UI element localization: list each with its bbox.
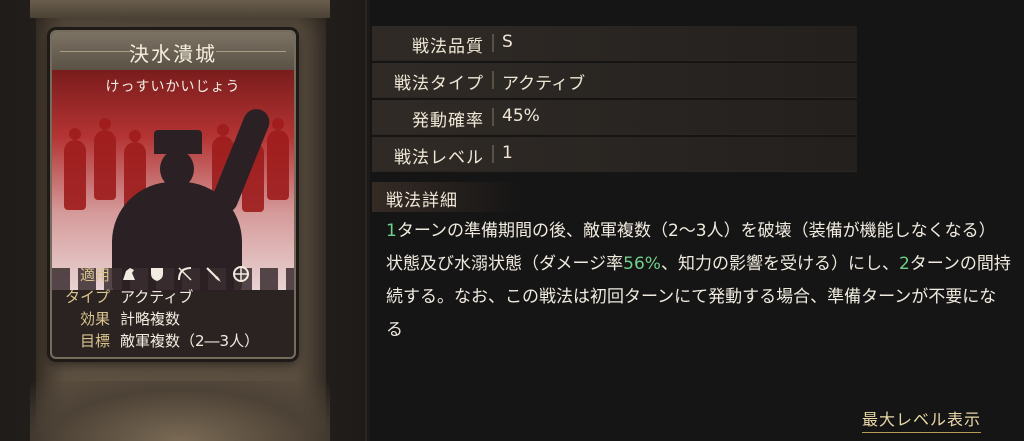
- max-level-button[interactable]: 最大レベル表示: [862, 406, 982, 433]
- tactic-card: 決水潰城 けっすいかいじょう 適用 タイプ アクティブ 効果 計略複数 目標 敵…: [50, 30, 296, 359]
- soldier-figure: [64, 128, 86, 210]
- card-row-value: 敵軍複数（2―3人）: [120, 332, 260, 350]
- card-title-bar: 決水潰城: [52, 32, 294, 71]
- soldier-figure: [267, 118, 289, 200]
- card-row-target: 目標 敵軍複数（2―3人）: [58, 330, 288, 352]
- unit-type-icons: [120, 265, 250, 283]
- card-row-apply: 適用: [58, 264, 288, 286]
- card-row-value: アクティブ: [120, 288, 194, 306]
- stat-separator: [492, 108, 494, 126]
- card-row-label: 目標: [79, 332, 110, 350]
- stat-row-probability: 発動確率 45%: [372, 100, 857, 135]
- card-row-value: 計略複数: [120, 310, 181, 328]
- card-info: 適用 タイプ アクティブ 効果 計略複数 目標 敵軍複数（2―3人）: [58, 264, 288, 352]
- stat-label: 戦法品質: [412, 37, 484, 57]
- cavalry-icon: [123, 268, 135, 280]
- stat-value: 1: [502, 143, 513, 163]
- commander-head: [160, 150, 194, 188]
- stat-label: 発動確率: [412, 111, 484, 131]
- stat-value: S: [502, 32, 513, 52]
- card-reading: けっすいかいじょう: [105, 79, 241, 95]
- highlight-number: 1: [386, 221, 397, 241]
- stat-separator: [492, 34, 494, 52]
- bow-icon: [178, 267, 192, 281]
- highlight-number: 2: [898, 254, 910, 274]
- detail-description: 1ターンの準備期間の後、敵軍複数（2〜3人）を破壊（装備が機能しなくなる）状態及…: [386, 215, 1011, 347]
- panel-divider: [365, 0, 367, 441]
- card-row-type: タイプ アクティブ: [58, 286, 288, 308]
- detail-title: 戦法詳細: [386, 191, 458, 211]
- scroll-curl: [30, 381, 330, 441]
- card-title: 決水潰城: [129, 42, 217, 66]
- stat-separator: [492, 71, 494, 89]
- spear-icon: [206, 267, 221, 282]
- stat-row-type: 戦法タイプ アクティブ: [372, 63, 857, 98]
- detail-header: 戦法詳細: [372, 182, 522, 212]
- highlight-number: 56%: [623, 254, 661, 274]
- card-row-label: 効果: [79, 310, 110, 328]
- stat-separator: [492, 145, 494, 163]
- wheel-icon: [233, 266, 249, 282]
- stat-value: 45%: [502, 106, 540, 126]
- stat-label: 戦法タイプ: [394, 74, 484, 94]
- stat-value: アクティブ: [502, 74, 586, 94]
- card-row-label: 適用: [79, 266, 110, 284]
- soldier-figure: [94, 118, 116, 200]
- card-row-effect: 効果 計略複数: [58, 308, 288, 330]
- stat-row-level: 戦法レベル 1: [372, 137, 857, 172]
- shield-icon: [151, 268, 163, 281]
- stat-row-quality: 戦法品質 S: [372, 26, 857, 61]
- detail-text-segment: 、知力の影響を受ける）にし、: [660, 254, 899, 274]
- stat-label: 戦法レベル: [394, 148, 484, 168]
- card-row-label: タイプ: [64, 288, 110, 306]
- scroll-rod: [30, 0, 330, 18]
